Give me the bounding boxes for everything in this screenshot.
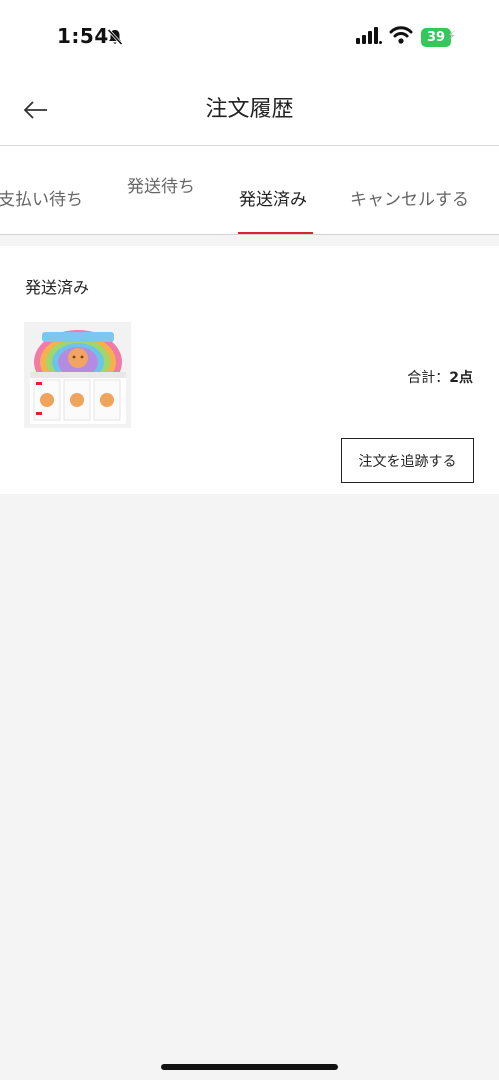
top-panel: 1:54 39 ⚡ 注文履歴 支払い待ち 発送待ち 発送済み キャンセルする — [0, 0, 499, 235]
header-divider — [0, 145, 499, 146]
tab-awaiting-payment[interactable]: 支払い待ち — [0, 185, 83, 210]
cellular-signal-icon — [356, 27, 382, 49]
status-time: 1:54 — [57, 24, 109, 48]
order-total: 合計：2点 — [407, 367, 473, 387]
order-total-count: 2点 — [449, 370, 473, 386]
order-total-label: 合計： — [407, 370, 450, 386]
tab-shipped[interactable]: 発送済み — [239, 185, 307, 210]
wifi-icon — [389, 25, 413, 49]
tab-cancel[interactable]: キャンセルする — [350, 185, 469, 210]
tabs-divider — [0, 234, 499, 235]
order-card[interactable]: 発送済み 合計：2点 注文を追跡する — [0, 246, 499, 494]
order-status: 発送済み — [25, 278, 90, 297]
track-order-button[interactable]: 注文を追跡する — [341, 438, 474, 483]
page-title: 注文履歴 — [205, 97, 294, 122]
tab-awaiting-shipment[interactable]: 発送待ち — [127, 172, 195, 197]
product-thumbnail[interactable] — [24, 322, 131, 428]
bell-slash-icon — [106, 28, 124, 50]
status-bar: 1:54 39 ⚡ — [0, 0, 499, 74]
home-indicator — [161, 1064, 338, 1070]
battery-bolt-icon: ⚡ — [447, 29, 457, 44]
